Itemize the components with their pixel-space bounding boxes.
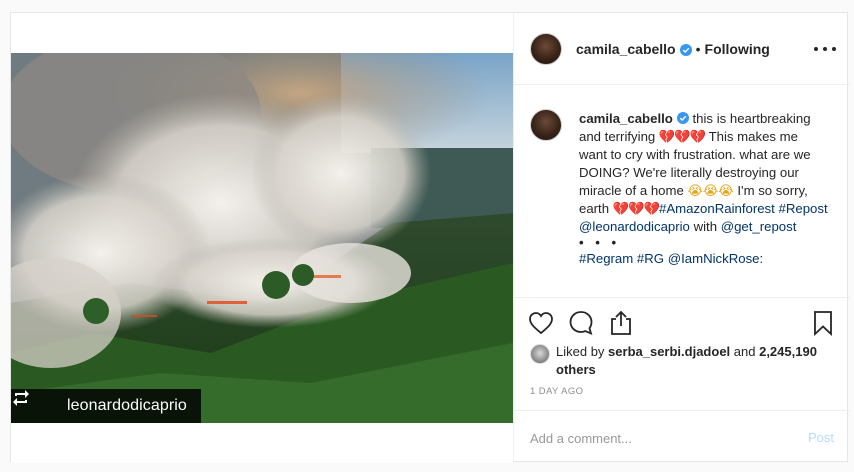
verified-badge-icon [676,111,689,124]
more-options-icon[interactable] [814,41,836,57]
more-dot [832,47,836,51]
caption-username[interactable]: camila_cabello [579,111,673,126]
caption-hashtag-link[interactable]: #RG [637,251,664,266]
comment-bar: Post [514,410,850,463]
post-media: leonardodicaprio [11,13,513,463]
post-header: camila_cabello • Following [514,13,850,85]
repost-tag[interactable]: leonardodicaprio [11,389,201,423]
caption-row: camila_cabello this is heartbreaking and… [530,101,850,268]
caption-link[interactable]: #AmazonRainforest [659,201,775,216]
caption-link[interactable]: #Repost [779,201,828,216]
author-username[interactable]: camila_cabello [576,41,676,57]
likes-text: Liked by serba_serbi.djadoel and 2,245,1… [556,343,830,379]
caption-hashtag-text: : [759,251,764,266]
author-avatar[interactable] [530,32,562,65]
caption-text: camila_cabello this is heartbreaking and… [579,110,829,268]
liker-username[interactable]: serba_serbi.djadoel [608,344,730,359]
likes-summary: Liked by serba_serbi.djadoel and 2,245,1… [530,343,830,379]
post-photo[interactable]: leonardodicaprio [11,53,513,423]
caption-more-dots: • • • [579,235,621,250]
repost-icon [13,390,41,417]
forest-fire-image [11,53,513,423]
caption-body: this is heartbreaking and terrifying 💔💔💔… [579,111,828,234]
caption-area: camila_cabello this is heartbreaking and… [514,101,850,297]
header-separator: • [695,40,701,57]
post-comment-button[interactable]: Post [808,430,834,445]
repost-handle: leonardodicaprio [67,397,187,414]
broken-heart-emoji-icon: 💔💔💔 [612,201,660,216]
post-timestamp[interactable]: 1 DAY AGO [530,386,583,397]
liker-avatar[interactable] [530,344,550,364]
likes-middle: and [730,344,760,359]
comment-input[interactable] [530,428,770,448]
share-icon[interactable] [608,310,634,336]
caption-hashtag-link[interactable]: @IamNickRose [668,251,760,266]
verified-badge-icon [679,43,692,56]
caption-text: with [689,219,721,234]
post-sidebar: camila_cabello • Following camila_cabell… [513,13,850,463]
caption-hashtag-link[interactable]: #Regram [579,251,633,266]
following-button[interactable]: Following [705,41,770,57]
caption-link[interactable]: @get_repost [721,219,797,234]
crying-face-emoji-icon: 😭😭😭 [687,183,734,198]
caption-hashtags: #Regram #RG @IamNickRose: [579,251,763,266]
caption-author-avatar[interactable] [530,109,562,141]
more-dot [814,47,818,51]
caption-link[interactable]: @leonardodicaprio [579,219,690,234]
broken-heart-emoji-icon: 💔💔💔 [658,129,706,144]
post-card: leonardodicaprio camila_cabello • Follow… [10,12,850,463]
bookmark-icon[interactable] [810,310,836,336]
heart-outline-icon[interactable] [528,310,554,336]
action-bar [514,297,850,349]
likes-prefix: Liked by [556,344,609,359]
more-dot [823,47,827,51]
comment-bubble-icon[interactable] [568,310,594,336]
